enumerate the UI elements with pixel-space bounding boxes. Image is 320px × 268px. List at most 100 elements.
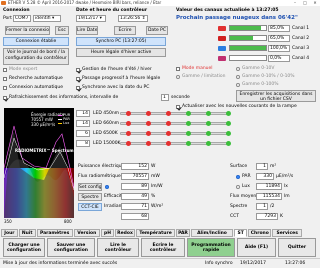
lum-value[interactable]: 89 (121, 183, 149, 190)
par-value[interactable]: 330 (256, 173, 274, 180)
bottom-button-2[interactable]: Lire le contrôleur (97, 238, 139, 257)
led-quantity-input[interactable]: 8 (76, 140, 90, 147)
bottom-button-5[interactable]: Aide (F1) (237, 238, 276, 257)
led-slider-handle[interactable] (166, 111, 171, 116)
tab-redox[interactable]: Redox (115, 229, 135, 237)
dst-checkbox[interactable] (76, 68, 80, 72)
tab-par[interactable]: PAR (176, 229, 190, 237)
expert-mode-checkbox[interactable] (3, 68, 7, 72)
refresh-interval-input[interactable]: 1 (161, 94, 169, 101)
led-slider-track[interactable] (120, 122, 230, 125)
auto-connect-checkbox[interactable] (3, 86, 7, 90)
time-input[interactable]: 13:26:56 ⇕ (118, 15, 148, 22)
range-0-10v-radio[interactable] (236, 67, 240, 71)
tab-jour[interactable]: Jour (1, 229, 18, 237)
led-slider-handle[interactable] (226, 131, 231, 136)
read-date-button[interactable]: Lire Date (76, 26, 98, 35)
write-date-button[interactable]: Ecrire (114, 26, 136, 35)
spectre-button[interactable]: Spectre (78, 193, 102, 201)
tab-param-tres[interactable]: Paramètres (36, 229, 73, 237)
led-slider-handle[interactable] (166, 141, 171, 146)
esc-button[interactable]: Esc (55, 26, 69, 35)
auto-update-checkbox[interactable] (176, 105, 180, 109)
led-quantity-input[interactable]: 14 (76, 120, 90, 127)
led-slider-handle[interactable] (226, 111, 231, 116)
led-slider-handle[interactable] (126, 121, 131, 126)
led-slider-handle[interactable] (206, 141, 211, 146)
par-radio[interactable] (236, 175, 240, 179)
led-slider-handle[interactable] (146, 141, 151, 146)
led-slider-handle[interactable] (126, 131, 131, 136)
bottom-button-3[interactable]: Ecrire le contrôleur (141, 238, 185, 257)
tab-ph[interactable]: pH (101, 229, 114, 237)
tab-chrono[interactable]: Chrono (248, 229, 272, 237)
port-identify-select[interactable]: identifi ▾ (33, 15, 61, 22)
port-select[interactable]: COM7 (13, 15, 31, 22)
close-icon[interactable]: ✕ (310, 0, 320, 6)
range-limit-radio[interactable] (176, 75, 180, 79)
bottom-button-6[interactable]: Quitter (278, 238, 316, 257)
led-quantity-input[interactable]: 6 (76, 130, 90, 137)
led-slider-track[interactable] (120, 132, 230, 135)
percent-value[interactable]: 68 (121, 213, 149, 220)
irradiance-value[interactable]: 71 (121, 203, 149, 210)
lum-radio[interactable] (105, 185, 109, 189)
led-slider-handle[interactable] (186, 141, 191, 146)
tab-services[interactable]: Services (272, 229, 302, 237)
led-slider-handle[interactable] (166, 121, 171, 126)
lux-value[interactable]: 11894 (256, 183, 282, 190)
led-slider-handle[interactable] (126, 111, 131, 116)
led-slider-handle[interactable] (226, 141, 231, 146)
led-slider-handle[interactable] (146, 111, 151, 116)
led-slider-handle[interactable] (186, 121, 191, 126)
tab-alim-inclino[interactable]: Alim/Inclino (190, 229, 234, 237)
channel-percent-value[interactable]: 100,0% (268, 45, 290, 52)
record-csv-button[interactable]: Enregistrer les acquisitions dans un fic… (236, 90, 316, 102)
sync-pc-checkbox[interactable] (76, 86, 80, 90)
maximize-icon[interactable]: □ (300, 0, 310, 6)
range-0-100-radio[interactable] (236, 83, 240, 87)
flux-moyen-value[interactable]: 115534 (256, 193, 282, 200)
led-slider-track[interactable] (120, 112, 230, 115)
spectre-value[interactable]: 1 (256, 203, 268, 210)
journal-button[interactable]: Voir le journal de bord / la configurati… (3, 48, 69, 65)
led-slider-track[interactable] (120, 142, 230, 145)
flux-value[interactable]: 70557 (121, 173, 149, 180)
refresh-checkbox[interactable] (3, 96, 7, 100)
cct-value[interactable]: 7293 (256, 213, 278, 220)
minimize-icon[interactable]: – (290, 0, 300, 6)
date-input[interactable]: 19/12/17 ▾ (76, 15, 106, 22)
led-slider-handle[interactable] (206, 131, 211, 136)
channel-percent-value[interactable]: 65,0% (268, 35, 290, 42)
winter-time-button[interactable]: Heure légale d'hiver active (76, 48, 166, 57)
bottom-button-1[interactable]: Sauver une configuration (47, 238, 95, 257)
led-slider-handle[interactable] (206, 121, 211, 126)
channel-percent-value[interactable]: 0,0% (268, 55, 290, 62)
led-slider-handle[interactable] (186, 131, 191, 136)
led-slider-handle[interactable] (206, 111, 211, 116)
bottom-button-0[interactable]: Charger une configuration (3, 238, 45, 257)
set-config-button[interactable]: Set config (78, 183, 102, 191)
date-pc-button[interactable]: Date PC (146, 26, 168, 35)
efficacite-value[interactable]: 49 (121, 193, 149, 200)
range-0-10pct-radio[interactable] (236, 75, 240, 79)
led-slider-handle[interactable] (146, 121, 151, 126)
progressive-checkbox[interactable] (76, 77, 80, 81)
synchro-pc-button[interactable]: Synchro PC (13:27:05) (76, 37, 166, 46)
manual-mode-checkbox[interactable] (176, 67, 180, 71)
cct-cie-button[interactable]: CCT-CIE (78, 203, 102, 211)
surface-value[interactable]: 1 (256, 163, 268, 170)
led-slider-handle[interactable] (146, 131, 151, 136)
channel-percent-value[interactable]: 85,0% (268, 25, 290, 32)
tab-nuit[interactable]: Nuit (18, 229, 36, 237)
led-slider-handle[interactable] (226, 121, 231, 126)
led-slider-handle[interactable] (166, 131, 171, 136)
tab-temp-rature[interactable]: Température (136, 229, 176, 237)
bottom-button-4[interactable]: Programmation rapide (187, 238, 235, 257)
led-slider-handle[interactable] (126, 141, 131, 146)
auto-search-checkbox[interactable] (3, 77, 7, 81)
lux-radio[interactable] (236, 185, 240, 189)
connection-status-button[interactable]: Connexion établie (3, 37, 69, 46)
tab-st[interactable]: ST (234, 229, 248, 237)
led-quantity-input[interactable]: 14 (76, 110, 90, 117)
